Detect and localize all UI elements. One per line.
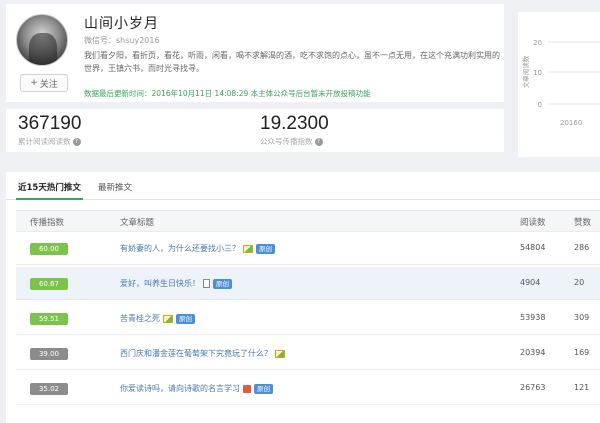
y-axis-label: 文章阅读数 [521, 55, 530, 88]
table-row[interactable]: 35.02 你爱读诗吗，请向诗歌的名言学习 原创 26763 121 [16, 372, 600, 405]
like-count: 20 [574, 278, 585, 287]
article-title-link[interactable]: 爱好，叫养生日快乐！ 原创 [120, 278, 232, 289]
spread-index-badge: 60.67 [30, 278, 68, 290]
image-icon [243, 244, 253, 253]
like-count: 169 [574, 348, 590, 357]
video-icon [243, 384, 251, 393]
avatar [16, 14, 68, 66]
article-title-text: 西门庆和潘金莲在葡萄架下究竟玩了什么？ [120, 349, 272, 358]
wechat-id: 微信号：shsuy2016 [84, 36, 160, 45]
col-reads: 阅读数 [520, 218, 546, 228]
chart-svg: 20 10 0 文章阅读数 20160 [521, 39, 600, 127]
wci-stat: 19.2300 公众号传播指数? [260, 113, 329, 147]
follow-label: 关注 [39, 79, 58, 90]
total-reads-stat: 367190 累计阅读阅读数? [18, 113, 81, 147]
col-index: 传播指数 [30, 218, 65, 228]
article-title-link[interactable]: 西门庆和潘金莲在葡萄架下究竟玩了什么？ [120, 348, 285, 359]
help-icon[interactable]: ? [314, 138, 323, 146]
y-tick: 10 [533, 69, 542, 77]
article-title-link[interactable]: 有娇妻的人，为什么还要找小三？ 原创 [120, 243, 275, 254]
spread-index-badge: 59.51 [30, 313, 68, 325]
like-count: 286 [574, 243, 590, 252]
wci-value: 19.2300 [260, 113, 329, 134]
help-icon[interactable]: ? [72, 138, 81, 146]
article-title-text: 你爱读诗吗，请向诗歌的名言学习 [120, 384, 240, 393]
read-count: 26763 [520, 383, 546, 392]
tab-hot-15days[interactable]: 近15天热门推文 [16, 181, 83, 200]
table-row[interactable]: 60.00 有娇妻的人，为什么还要找小三？ 原创 54804 286 [16, 232, 600, 265]
profile-card: + 关注 山间小岁月 微信号：shsuy2016 我们看夕阳，看折页，看花，听雨… [6, 4, 504, 102]
article-title-link[interactable]: 苦青桂之死 原创 [120, 313, 195, 324]
table-row[interactable]: 39.00 西门庆和潘金莲在葡萄架下究竟玩了什么？ 20394 169 [16, 337, 600, 370]
tab-latest[interactable]: 最新推文 [98, 181, 132, 193]
y-tick: 20 [533, 39, 542, 47]
article-tabs: 近15天热门推文 最新推文 [6, 172, 600, 200]
stats-bar: 367190 累计阅读阅读数? 19.2300 公众号传播指数? [6, 109, 504, 152]
article-title-text: 有娇妻的人，为什么还要找小三？ [120, 244, 240, 253]
follow-button[interactable]: + 关注 [20, 74, 68, 92]
original-tag: 原创 [213, 278, 232, 289]
spread-index-badge: 35.02 [30, 383, 68, 395]
plus-icon: + [30, 78, 38, 88]
spread-index-badge: 39.00 [30, 348, 68, 360]
table-header: 传播指数 文章标题 阅读数 赞数 [16, 210, 600, 232]
like-count: 309 [574, 313, 590, 322]
account-description: 我们看夕阳，看折页，看花，听雨，闲看，喝不求解渴的酒，吃不求饱的点心，虽不一点无… [84, 51, 500, 73]
articles-panel: 近15天热门推文 最新推文 传播指数 文章标题 阅读数 赞数 60.00 有娇妻的… [6, 172, 600, 423]
original-tag: 原创 [254, 383, 273, 394]
image-icon [163, 314, 173, 323]
like-count: 121 [574, 383, 590, 392]
y-tick: 0 [538, 101, 542, 109]
read-count: 4904 [520, 278, 541, 287]
original-tag: 原创 [256, 243, 275, 254]
read-count: 20394 [520, 348, 546, 357]
col-likes: 赞数 [574, 218, 592, 228]
account-name: 山间小岁月 [84, 16, 159, 32]
document-icon [203, 279, 210, 288]
article-title-text: 苦青桂之死 [120, 314, 160, 323]
table-row[interactable]: 59.51 苦青桂之死 原创 53938 309 [16, 302, 600, 335]
article-title-text: 爱好，叫养生日快乐！ [120, 279, 200, 288]
update-time: 数据最后更新时间：2016年10月11日 14:08:29 本主体公众号后台暂未… [84, 89, 371, 98]
read-count: 54804 [520, 243, 546, 252]
total-reads-value: 367190 [18, 113, 82, 134]
spread-index-badge: 60.00 [30, 243, 68, 255]
x-tick: 20160 [560, 119, 582, 127]
read-count: 53938 [520, 313, 546, 322]
image-icon [275, 349, 285, 358]
wci-label: 公众号传播指数 [260, 137, 313, 146]
original-tag: 原创 [176, 313, 195, 324]
article-title-link[interactable]: 你爱读诗吗，请向诗歌的名言学习 原创 [120, 383, 273, 394]
table-row[interactable]: 60.67 爱好，叫养生日快乐！ 原创 4904 20 [16, 267, 600, 300]
total-reads-label: 累计阅读阅读数 [18, 137, 71, 146]
reads-trend-chart: 20 10 0 文章阅读数 20160 [518, 12, 600, 157]
col-title: 文章标题 [120, 218, 155, 228]
